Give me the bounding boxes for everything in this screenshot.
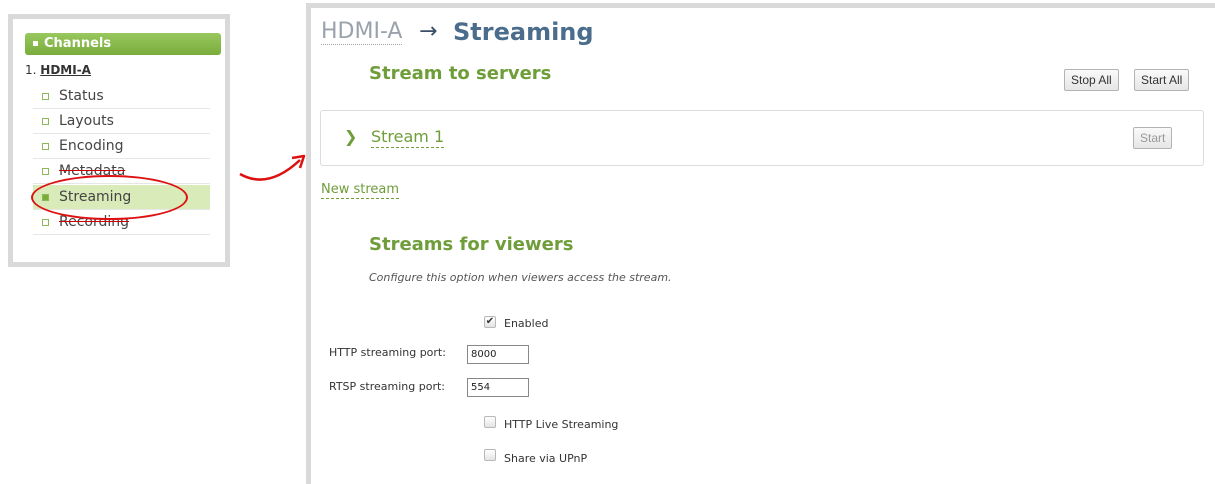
sidebar-item-status[interactable]: Status: [33, 84, 210, 109]
hls-checkbox[interactable]: [484, 416, 496, 428]
square-bullet-icon: [33, 41, 38, 46]
sidebar-item-layouts[interactable]: Layouts: [33, 109, 210, 134]
rtsp-port-label: RTSP streaming port:: [329, 380, 445, 393]
square-bullet-icon: [42, 92, 49, 100]
stream-row: [320, 110, 1204, 166]
breadcrumb-device[interactable]: HDMI-A: [321, 20, 403, 45]
streams-for-viewers-heading: Streams for viewers: [369, 234, 574, 255]
http-port-input[interactable]: 8000: [467, 345, 529, 364]
stop-all-button[interactable]: Stop All: [1064, 69, 1119, 91]
sidebar-item-encoding[interactable]: Encoding: [33, 134, 210, 159]
channels-header: Channels: [25, 33, 221, 55]
stream-start-button[interactable]: Start: [1133, 127, 1173, 149]
enabled-checkbox[interactable]: ✔: [484, 316, 496, 328]
breadcrumb-arrow-icon: →: [419, 19, 438, 44]
hls-label: HTTP Live Streaming: [504, 418, 619, 431]
square-bullet-icon: [42, 142, 49, 150]
stream-to-servers-heading: Stream to servers: [369, 63, 552, 84]
upnp-checkbox[interactable]: [484, 449, 496, 461]
new-stream-link[interactable]: New stream: [321, 181, 400, 199]
channel-index: 1.: [25, 63, 37, 77]
channel-title: 1. HDMI-A: [25, 63, 91, 77]
chevron-right-icon[interactable]: ❯: [344, 127, 357, 146]
curved-arrow-icon: [239, 154, 306, 181]
enabled-label: Enabled: [504, 317, 549, 330]
rtsp-port-input[interactable]: 554: [467, 378, 529, 397]
channel-link[interactable]: HDMI-A: [40, 63, 91, 77]
stream-name-link[interactable]: Stream 1: [371, 127, 445, 148]
square-bullet-icon: [42, 167, 49, 175]
http-port-label: HTTP streaming port:: [329, 346, 446, 359]
page-title: Streaming: [453, 18, 594, 46]
sidebar-item-label: Layouts: [59, 113, 114, 129]
square-bullet-icon: [42, 218, 49, 226]
channels-header-label: Channels: [44, 36, 112, 51]
viewers-description: Configure this option when viewers acces…: [369, 271, 672, 284]
sidebar-item-label: Encoding: [59, 138, 124, 154]
square-bullet-icon: [42, 117, 49, 125]
start-all-button[interactable]: Start All: [1134, 69, 1190, 91]
upnp-label: Share via UPnP: [504, 452, 588, 465]
sidebar-item-label: Status: [59, 88, 104, 104]
highlight-circle: [31, 175, 188, 220]
